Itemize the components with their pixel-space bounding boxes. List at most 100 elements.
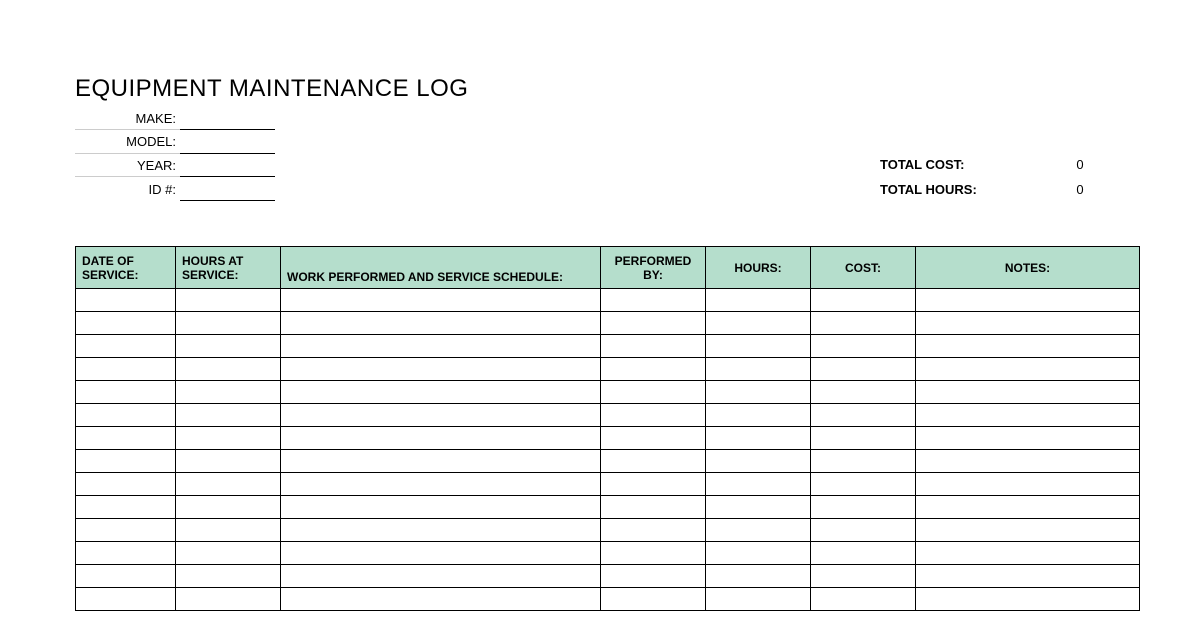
cell-hours_at[interactable] bbox=[176, 312, 281, 335]
cell-date[interactable] bbox=[76, 312, 176, 335]
cell-hours_at[interactable] bbox=[176, 588, 281, 611]
cell-performed_by[interactable] bbox=[601, 519, 706, 542]
cell-date[interactable] bbox=[76, 358, 176, 381]
cell-hours_at[interactable] bbox=[176, 427, 281, 450]
cell-work[interactable] bbox=[281, 519, 601, 542]
cell-notes[interactable] bbox=[916, 358, 1140, 381]
cell-hours_at[interactable] bbox=[176, 335, 281, 358]
cell-work[interactable] bbox=[281, 496, 601, 519]
cell-cost[interactable] bbox=[811, 404, 916, 427]
cell-work[interactable] bbox=[281, 427, 601, 450]
cell-date[interactable] bbox=[76, 381, 176, 404]
cell-cost[interactable] bbox=[811, 381, 916, 404]
cell-performed_by[interactable] bbox=[601, 565, 706, 588]
cell-performed_by[interactable] bbox=[601, 450, 706, 473]
cell-performed_by[interactable] bbox=[601, 496, 706, 519]
cell-hours_at[interactable] bbox=[176, 289, 281, 312]
cell-work[interactable] bbox=[281, 335, 601, 358]
cell-cost[interactable] bbox=[811, 358, 916, 381]
cell-notes[interactable] bbox=[916, 588, 1140, 611]
cell-performed_by[interactable] bbox=[601, 289, 706, 312]
cell-hours[interactable] bbox=[706, 358, 811, 381]
cell-performed_by[interactable] bbox=[601, 381, 706, 404]
cell-hours[interactable] bbox=[706, 496, 811, 519]
cell-hours_at[interactable] bbox=[176, 565, 281, 588]
cell-performed_by[interactable] bbox=[601, 404, 706, 427]
cell-hours[interactable] bbox=[706, 381, 811, 404]
cell-notes[interactable] bbox=[916, 542, 1140, 565]
cell-notes[interactable] bbox=[916, 450, 1140, 473]
cell-date[interactable] bbox=[76, 289, 176, 312]
cell-hours_at[interactable] bbox=[176, 542, 281, 565]
cell-performed_by[interactable] bbox=[601, 358, 706, 381]
cell-cost[interactable] bbox=[811, 335, 916, 358]
cell-hours_at[interactable] bbox=[176, 496, 281, 519]
cell-work[interactable] bbox=[281, 289, 601, 312]
cell-hours[interactable] bbox=[706, 312, 811, 335]
cell-cost[interactable] bbox=[811, 289, 916, 312]
cell-performed_by[interactable] bbox=[601, 473, 706, 496]
cell-work[interactable] bbox=[281, 381, 601, 404]
cell-work[interactable] bbox=[281, 542, 601, 565]
cell-notes[interactable] bbox=[916, 312, 1140, 335]
cell-hours_at[interactable] bbox=[176, 519, 281, 542]
cell-hours_at[interactable] bbox=[176, 473, 281, 496]
cell-notes[interactable] bbox=[916, 473, 1140, 496]
id-input[interactable] bbox=[180, 178, 275, 201]
year-input[interactable] bbox=[180, 154, 275, 177]
cell-hours[interactable] bbox=[706, 450, 811, 473]
cell-hours[interactable] bbox=[706, 473, 811, 496]
cell-cost[interactable] bbox=[811, 588, 916, 611]
cell-hours_at[interactable] bbox=[176, 381, 281, 404]
cell-cost[interactable] bbox=[811, 565, 916, 588]
cell-date[interactable] bbox=[76, 496, 176, 519]
cell-work[interactable] bbox=[281, 473, 601, 496]
cell-hours_at[interactable] bbox=[176, 358, 281, 381]
cell-cost[interactable] bbox=[811, 496, 916, 519]
cell-cost[interactable] bbox=[811, 312, 916, 335]
cell-cost[interactable] bbox=[811, 473, 916, 496]
cell-notes[interactable] bbox=[916, 289, 1140, 312]
cell-notes[interactable] bbox=[916, 404, 1140, 427]
cell-notes[interactable] bbox=[916, 496, 1140, 519]
cell-date[interactable] bbox=[76, 542, 176, 565]
cell-performed_by[interactable] bbox=[601, 542, 706, 565]
cell-performed_by[interactable] bbox=[601, 588, 706, 611]
cell-hours[interactable] bbox=[706, 519, 811, 542]
cell-notes[interactable] bbox=[916, 565, 1140, 588]
cell-cost[interactable] bbox=[811, 427, 916, 450]
cell-work[interactable] bbox=[281, 565, 601, 588]
cell-hours[interactable] bbox=[706, 542, 811, 565]
cell-performed_by[interactable] bbox=[601, 427, 706, 450]
cell-hours_at[interactable] bbox=[176, 450, 281, 473]
cell-hours[interactable] bbox=[706, 565, 811, 588]
cell-hours[interactable] bbox=[706, 427, 811, 450]
make-input[interactable] bbox=[180, 107, 275, 130]
model-input[interactable] bbox=[180, 131, 275, 154]
cell-work[interactable] bbox=[281, 588, 601, 611]
cell-work[interactable] bbox=[281, 450, 601, 473]
cell-work[interactable] bbox=[281, 404, 601, 427]
cell-notes[interactable] bbox=[916, 335, 1140, 358]
cell-date[interactable] bbox=[76, 335, 176, 358]
cell-notes[interactable] bbox=[916, 381, 1140, 404]
cell-performed_by[interactable] bbox=[601, 335, 706, 358]
cell-work[interactable] bbox=[281, 358, 601, 381]
cell-date[interactable] bbox=[76, 473, 176, 496]
cell-hours[interactable] bbox=[706, 404, 811, 427]
cell-notes[interactable] bbox=[916, 519, 1140, 542]
cell-work[interactable] bbox=[281, 312, 601, 335]
cell-cost[interactable] bbox=[811, 450, 916, 473]
cell-notes[interactable] bbox=[916, 427, 1140, 450]
cell-date[interactable] bbox=[76, 450, 176, 473]
cell-performed_by[interactable] bbox=[601, 312, 706, 335]
cell-hours[interactable] bbox=[706, 289, 811, 312]
cell-cost[interactable] bbox=[811, 542, 916, 565]
cell-date[interactable] bbox=[76, 427, 176, 450]
cell-hours[interactable] bbox=[706, 335, 811, 358]
cell-date[interactable] bbox=[76, 404, 176, 427]
cell-date[interactable] bbox=[76, 588, 176, 611]
cell-cost[interactable] bbox=[811, 519, 916, 542]
cell-hours_at[interactable] bbox=[176, 404, 281, 427]
cell-date[interactable] bbox=[76, 565, 176, 588]
